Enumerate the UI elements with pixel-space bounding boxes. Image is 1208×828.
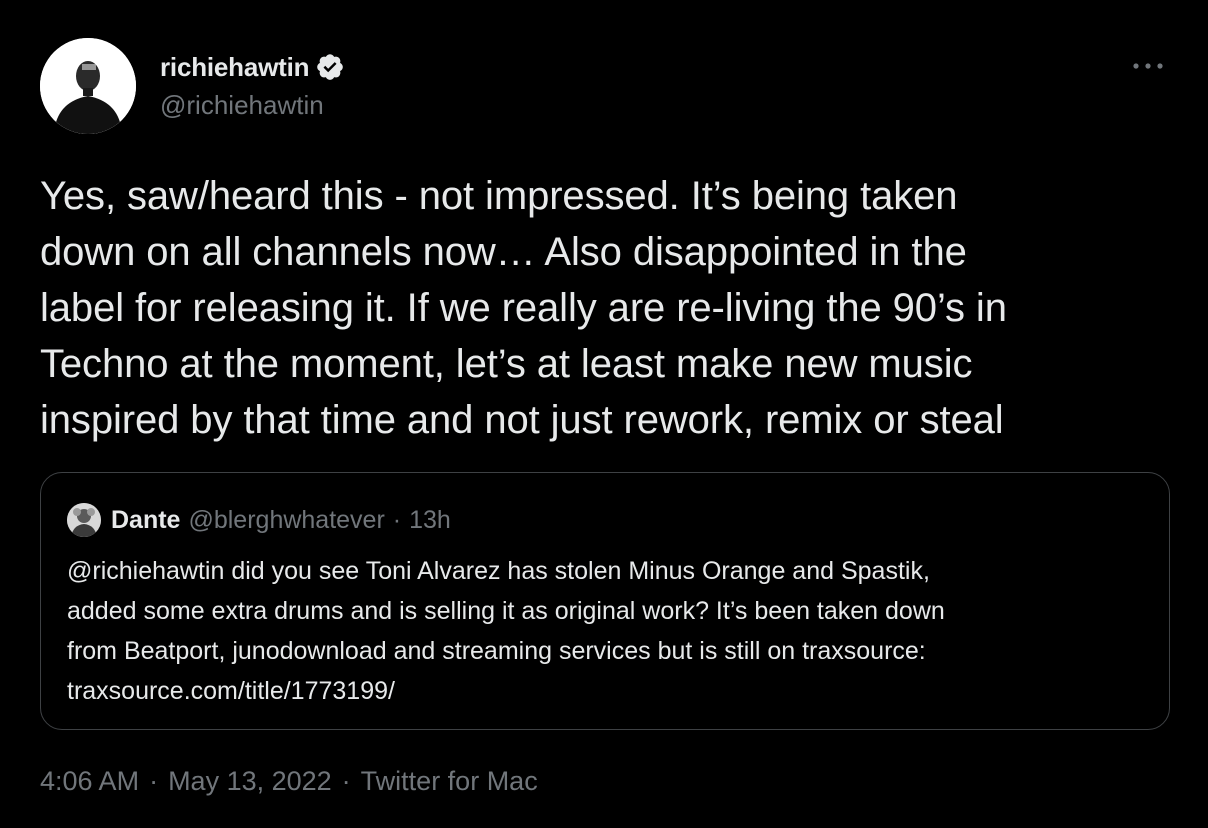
author-info: richiehawtin @richiehawtin <box>160 50 345 121</box>
tweet-text-line: down on all channels now… Also disappoin… <box>40 230 967 274</box>
tweet-date[interactable]: May 13, 2022 <box>168 766 332 797</box>
quoted-tweet-text: @richiehawtin did you see Toni Alvarez h… <box>67 551 1147 711</box>
quoted-tweet-card[interactable]: Dante @blerghwhatever · 13h @richiehawti… <box>40 472 1170 730</box>
quoted-text-line: traxsource.com/title/1773199/ <box>67 677 395 705</box>
quoted-separator: · <box>392 505 402 534</box>
author-name-row: richiehawtin <box>160 50 345 84</box>
more-horizontal-icon <box>1133 63 1163 69</box>
author-avatar[interactable] <box>40 38 136 134</box>
tweet-card: richiehawtin @richiehawtin Yes, saw/hear… <box>0 0 1208 828</box>
tweet-source[interactable]: Twitter for Mac <box>361 766 538 797</box>
meta-separator: · <box>149 766 159 796</box>
meta-separator: · <box>341 766 351 796</box>
tweet-metadata: 4:06 AM · May 13, 2022 · Twitter for Mac <box>40 766 538 797</box>
verified-badge-icon <box>315 52 345 82</box>
quoted-timestamp[interactable]: 13h <box>409 506 451 535</box>
tweet-text-line: Techno at the moment, let’s at least mak… <box>40 342 973 386</box>
quoted-author-avatar[interactable] <box>67 503 101 537</box>
tweet-text-line: Yes, saw/heard this - not impressed. It’… <box>40 174 958 218</box>
author-display-name[interactable]: richiehawtin <box>160 52 309 83</box>
tweet-text-line: label for releasing it. If we really are… <box>40 286 1007 330</box>
quoted-author-handle[interactable]: @blerghwhatever <box>188 506 384 535</box>
tweet-text: Yes, saw/heard this - not impressed. It’… <box>40 168 1180 448</box>
quoted-text-line: from Beatport, junodownload and streamin… <box>67 637 926 665</box>
tweet-time[interactable]: 4:06 AM <box>40 766 139 797</box>
tweet-text-line: inspired by that time and not just rewor… <box>40 398 1004 442</box>
quoted-text-line: added some extra drums and is selling it… <box>67 597 945 625</box>
quoted-author-name[interactable]: Dante <box>111 506 180 535</box>
quoted-text-line: @richiehawtin did you see Toni Alvarez h… <box>67 557 930 585</box>
avatar-photo-icon <box>40 38 136 134</box>
avatar-photo-icon <box>67 503 101 537</box>
author-handle[interactable]: @richiehawtin <box>160 90 345 121</box>
quoted-tweet-header: Dante @blerghwhatever · 13h <box>67 503 451 537</box>
more-options-button[interactable] <box>1128 52 1168 80</box>
